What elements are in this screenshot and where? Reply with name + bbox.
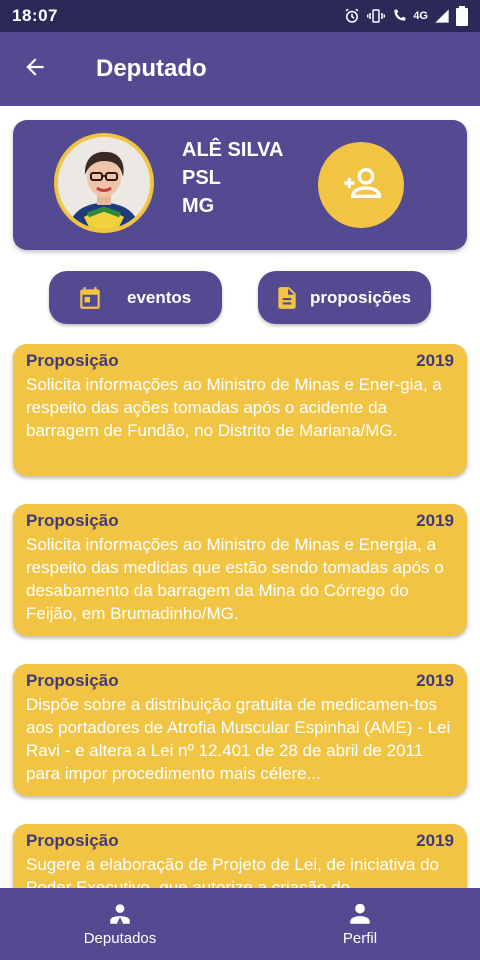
proposition-card[interactable]: Proposição 2019 Sugere a elaboração de P…: [13, 824, 467, 888]
nav-deputados-label: Deputados: [83, 930, 157, 947]
person-icon: [347, 901, 373, 930]
proposition-card[interactable]: Proposição 2019 Solicita informações ao …: [13, 344, 467, 476]
proposition-text: Solicita informações ao Ministro de Mina…: [26, 535, 444, 623]
battery-icon: [456, 6, 468, 26]
avatar: [54, 133, 154, 233]
proposition-year: 2019: [416, 511, 454, 530]
nav-perfil[interactable]: Perfil: [240, 888, 480, 960]
back-button[interactable]: [0, 32, 70, 106]
page-title: Deputado: [96, 55, 207, 82]
proposition-text: Sugere a elaboração de Projeto de Lei, d…: [26, 855, 440, 888]
alarm-icon: [343, 7, 361, 25]
proposition-year: 2019: [416, 351, 454, 370]
arrow-left-icon: [22, 54, 48, 85]
bottom-nav: Deputados Perfil: [0, 888, 480, 960]
deputy-state: MG: [182, 195, 215, 217]
propositions-list[interactable]: Proposição 2019 Solicita informações ao …: [0, 344, 480, 888]
network-label: 4G: [413, 10, 428, 22]
profile-card: ALÊ SILVA PSL MG: [13, 120, 467, 250]
nav-deputados[interactable]: Deputados: [0, 888, 240, 960]
proposition-type: Proposição: [26, 831, 119, 850]
document-icon: [274, 285, 300, 311]
signal-icon: [434, 8, 450, 24]
nav-perfil-label: Perfil: [342, 930, 378, 947]
vibrate-icon: [367, 7, 386, 25]
status-bar: 18:07 4G: [0, 0, 480, 32]
person-add-icon: [341, 163, 382, 208]
proposition-card[interactable]: Proposição 2019 Solicita informações ao …: [13, 504, 467, 636]
proposition-year: 2019: [416, 831, 454, 850]
app-bar: Deputado: [0, 32, 480, 106]
eventos-button[interactable]: eventos: [49, 271, 222, 324]
proposition-text: Solicita informações ao Ministro de Mina…: [26, 375, 442, 440]
proposition-type: Proposição: [26, 511, 119, 530]
eventos-label: eventos: [127, 287, 192, 307]
profile-info: ALÊ SILVA PSL MG: [182, 136, 283, 220]
follow-button[interactable]: [318, 142, 404, 228]
group-icon: [107, 901, 133, 930]
deputy-party: PSL: [182, 167, 221, 189]
calendar-icon: [77, 285, 103, 311]
status-time: 18:07: [12, 6, 58, 25]
proposition-type: Proposição: [26, 671, 119, 690]
proposition-text: Dispõe sobre a distribuição gratuita de …: [26, 695, 451, 783]
proposicoes-button[interactable]: proposições: [258, 271, 431, 324]
volte-icon: [391, 8, 407, 24]
proposicoes-label: proposições: [310, 287, 412, 307]
proposition-card[interactable]: Proposição 2019 Dispõe sobre a distribui…: [13, 664, 467, 796]
proposition-type: Proposição: [26, 351, 119, 370]
proposition-year: 2019: [416, 671, 454, 690]
deputy-name: ALÊ SILVA: [182, 139, 284, 161]
status-icons: 4G: [343, 6, 468, 26]
